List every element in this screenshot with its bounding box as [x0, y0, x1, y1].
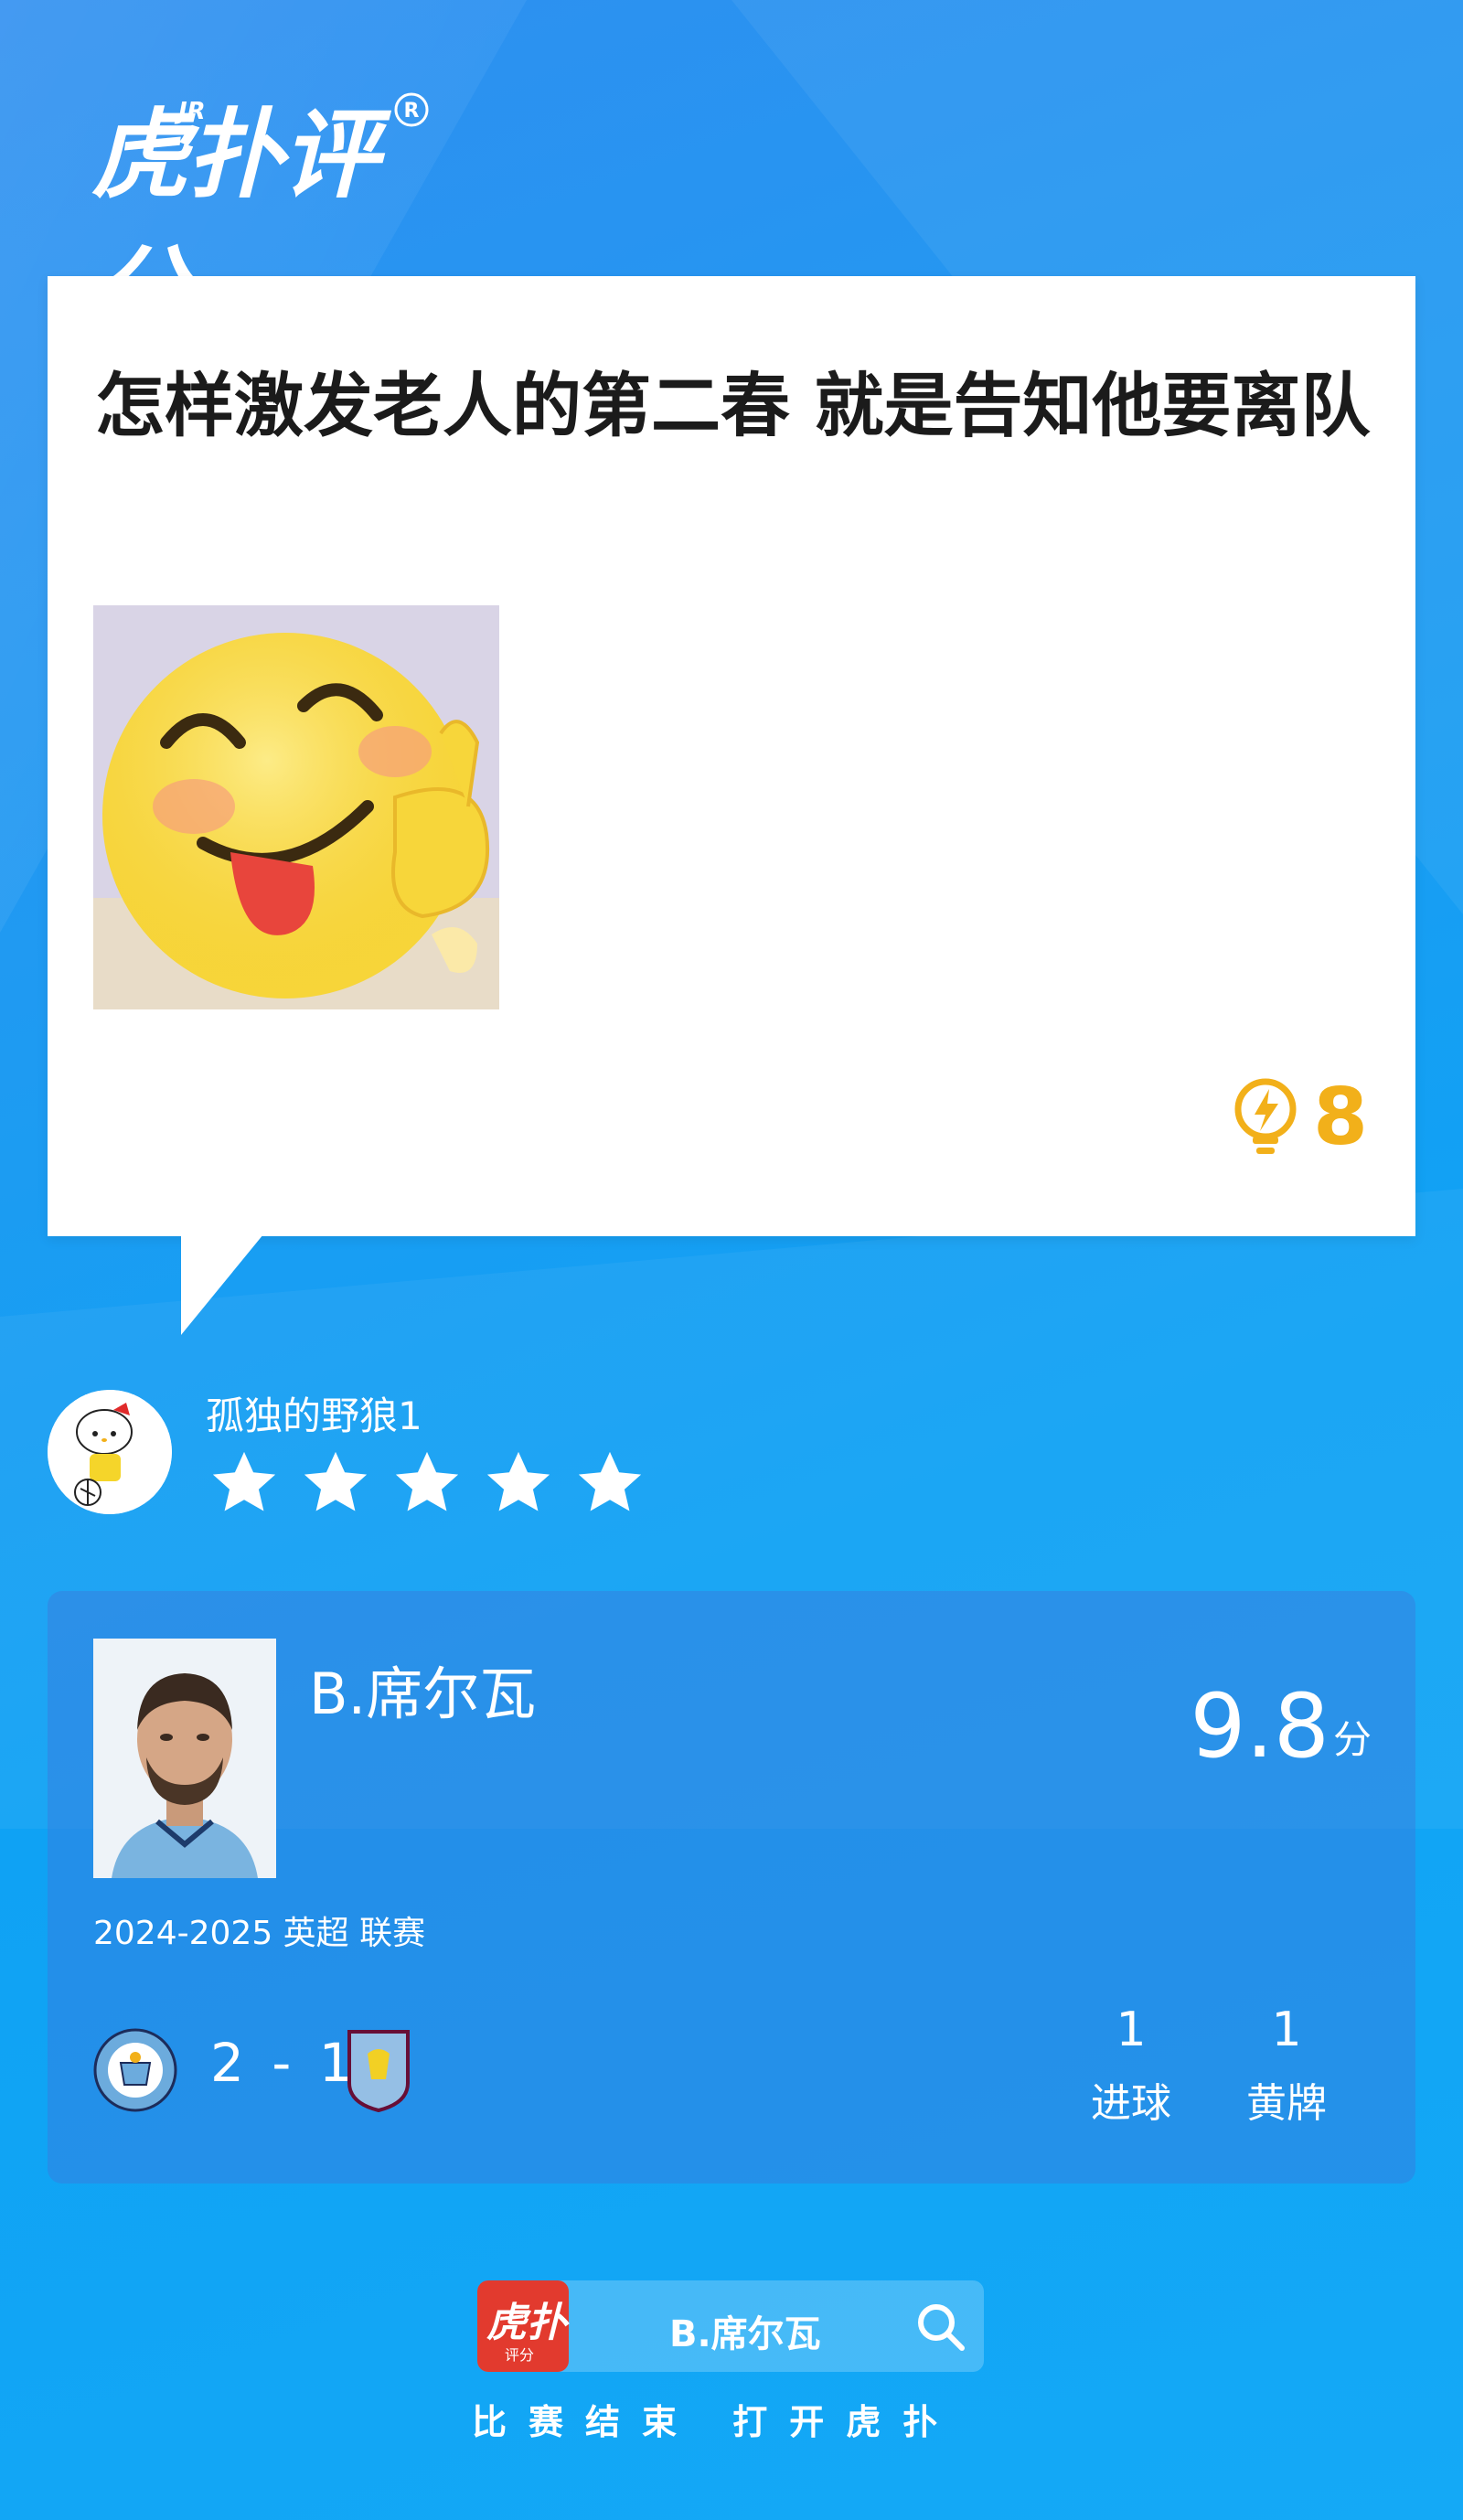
speech-bubble-tail [181, 1234, 263, 1335]
app-icon-subtext: 评分 [505, 2346, 535, 2364]
hupu-rating-logo: 虎扑评分 JR R [91, 87, 457, 348]
star-icon [578, 1451, 642, 1511]
comment-card: 怎样激发老人的第二春 就是告知他要离队 8 [48, 276, 1415, 1236]
logo-superscript: JR [178, 98, 206, 125]
yellow-card-label: 黄牌 [1246, 2080, 1327, 2127]
search-query: B.席尔瓦 [669, 2313, 821, 2355]
goals-value: 1 [1116, 2002, 1147, 2057]
star-icon [395, 1451, 459, 1511]
rating-stars [208, 1447, 646, 1519]
season-label: 2024-2025 英超 联赛 [93, 1915, 426, 1952]
lightning-bulb-icon [1234, 1078, 1297, 1154]
goals-stat: 1 进球 [1072, 2002, 1191, 2129]
avatar[interactable] [48, 1390, 172, 1514]
goals-label: 进球 [1091, 2080, 1171, 2127]
comment-text: 怎样激发老人的第二春 就是告知他要离队 [95, 365, 1371, 446]
meme-image [93, 605, 499, 1009]
star-icon [486, 1451, 550, 1511]
search-icon[interactable] [913, 2299, 967, 2354]
player-photo [93, 1639, 276, 1878]
yellow-card-stat: 1 黄牌 [1227, 2002, 1346, 2129]
reviewer-name: 孤独的野狼1 [206, 1393, 422, 1438]
score-unit: 分 [1332, 1717, 1372, 1762]
like-count: 8 [1313, 1072, 1368, 1163]
svg-text:R: R [404, 100, 420, 123]
tagline: 比赛结束 打开虎扑 [472, 2402, 960, 2442]
star-icon [304, 1451, 368, 1511]
hupu-app-icon[interactable]: 虎扑 评分 [477, 2280, 569, 2372]
yellow-card-value: 1 [1271, 2002, 1302, 2057]
player-name: B.席尔瓦 [309, 1660, 537, 1727]
aston-villa-badge-icon [347, 2030, 410, 2112]
registered-mark-icon: R [394, 92, 429, 127]
like-counter[interactable]: 8 [1229, 1072, 1368, 1163]
player-rating-panel[interactable]: B.席尔瓦 9.8 分 2024-2025 英超 联赛 2 - 1 1 进球 1… [48, 1591, 1415, 2184]
player-score: 9.8 分 [1190, 1682, 1372, 1770]
app-icon-text: 虎扑 [486, 2300, 567, 2346]
manchester-city-badge-icon [93, 2028, 177, 2112]
hupu-search-bar[interactable]: 虎扑 评分 B.席尔瓦 [477, 2280, 984, 2372]
match-score: 2 - 1 [210, 2032, 358, 2094]
score-value: 9.8 [1190, 1675, 1330, 1778]
star-icon [212, 1451, 276, 1511]
